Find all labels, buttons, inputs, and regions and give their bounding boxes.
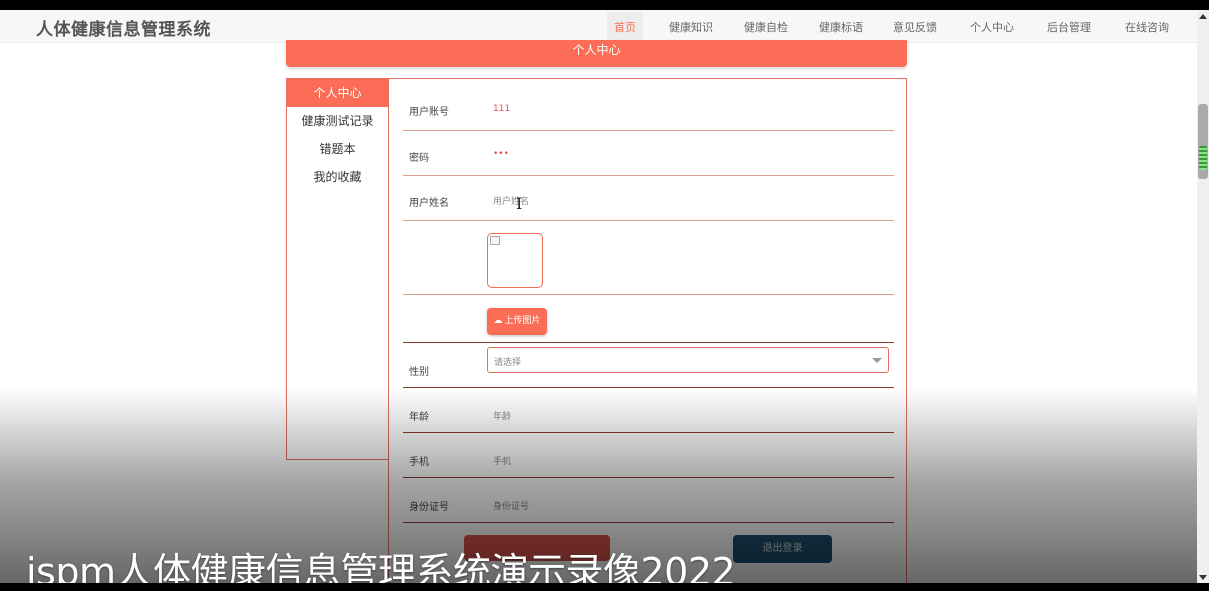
chevron-down-icon [872,358,882,363]
nav-item-health-slogans[interactable]: 健康标语 [819,19,863,35]
profile-form: 用户账号 111 密码 ••• 用户姓名 用户姓名 ☁上传图片 性别 请选择 [388,78,907,583]
age-input[interactable]: 年龄 [493,409,511,422]
upload-button-label: 上传图片 [504,316,541,326]
page-title: 个人中心 [286,40,907,67]
nav-item-admin[interactable]: 后台管理 [1047,19,1091,35]
idcard-input[interactable]: 身份证号 [493,499,529,512]
phone-input[interactable]: 手机 [493,454,511,467]
age-label: 年龄 [409,412,429,423]
gender-select[interactable]: 请选择 [487,347,889,373]
scroll-thumb[interactable] [1198,104,1208,179]
text-cursor-icon: I [516,194,523,213]
sidebar-item-favorites[interactable]: 我的收藏 [287,163,388,191]
sidebar-item-test-records[interactable]: 健康测试记录 [287,107,388,135]
scroll-up-arrow-icon[interactable] [1199,14,1207,19]
account-row: 用户账号 111 [403,79,894,131]
nav-item-personal-center[interactable]: 个人中心 [970,19,1014,35]
scroll-grip-icon [1199,146,1207,170]
video-frame-top [0,0,1209,10]
name-label: 用户姓名 [409,198,449,209]
idcard-row: 身份证号 身份证号 [403,478,894,523]
gender-row: 性别 请选择 [403,343,894,388]
password-input[interactable]: ••• [493,149,509,159]
sidebar-item-wrong-questions[interactable]: 错题本 [287,135,388,163]
cloud-upload-icon: ☁ [493,316,503,326]
broken-image-icon [490,236,500,245]
phone-label: 手机 [409,457,429,468]
account-label: 用户账号 [409,107,449,118]
nav-item-feedback[interactable]: 意见反馈 [893,19,937,35]
sidebar-item-personal-center[interactable]: 个人中心 [287,79,388,107]
sidebar-menu: 个人中心 健康测试记录 错题本 我的收藏 [286,78,389,460]
avatar-preview[interactable] [487,233,543,288]
phone-row: 手机 手机 [403,433,894,478]
nav-item-health-selfcheck[interactable]: 健康自检 [744,19,788,35]
avatar-row [403,221,894,295]
video-frame-bottom [0,583,1209,591]
nav-item-health-knowledge[interactable]: 健康知识 [669,19,713,35]
nav-item-home[interactable]: 首页 [614,19,636,35]
upload-image-button[interactable]: ☁ 上传图片 [487,308,547,335]
upload-row: ☁ 上传图片 [403,295,894,343]
top-navbar: 人体健康信息管理系统 首页 健康知识 健康自检 健康标语 意见反馈 个人中心 后… [0,10,1197,43]
password-label: 密码 [409,153,429,164]
gender-select-placeholder: 请选择 [494,358,522,368]
idcard-label: 身份证号 [409,502,449,513]
age-row: 年龄 年龄 [403,388,894,433]
scroll-down-arrow-icon[interactable] [1199,575,1207,580]
account-input[interactable]: 111 [493,104,510,114]
name-input[interactable]: 用户姓名 [493,194,529,207]
video-caption: jspm人体健康信息管理系统演示录像2022 [26,550,736,583]
logout-button[interactable]: 退出登录 [733,535,832,563]
name-row: 用户姓名 用户姓名 [403,176,894,221]
nav-item-online-consult[interactable]: 在线咨询 [1125,19,1169,35]
gender-label: 性别 [409,367,429,378]
app-title: 人体健康信息管理系统 [36,20,211,40]
password-row: 密码 ••• [403,131,894,176]
browser-viewport: 人体健康信息管理系统 首页 健康知识 健康自检 健康标语 意见反馈 个人中心 后… [0,10,1197,583]
page-scrollbar[interactable] [1197,10,1209,583]
